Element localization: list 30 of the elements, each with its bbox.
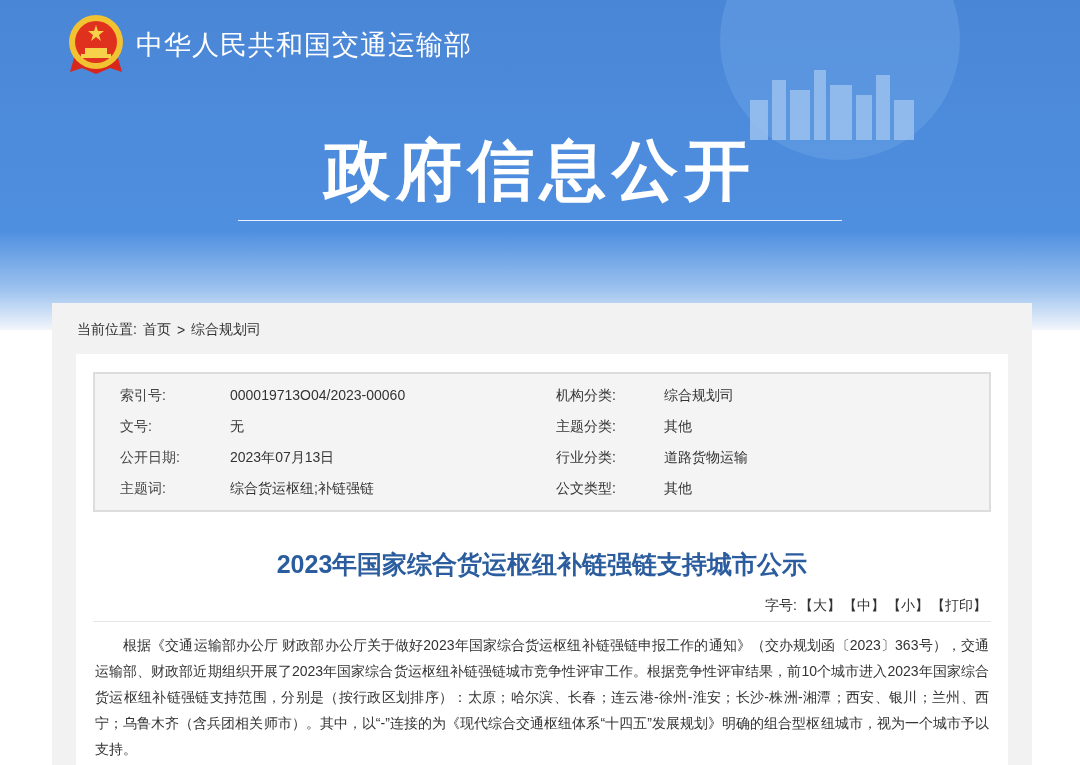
article-title: 2023年国家综合货运枢纽补链强链支持城市公示 [275,549,809,580]
font-size-link[interactable]: 【大】 [799,597,841,615]
info-label: 索引号: [119,386,167,405]
info-label: 主题分类: [556,417,617,436]
article-paragraph: 根据《交通运输部办公厅 财政部办公厅关于做好2023年国家综合货运枢纽补链强链申报工作的通知》（交办规划函〔2023〕363号），交通运输部、财政部近期组织开展了2023年国家综合货运枢纽补链强链城市竞争性评审工作。根据竞争性评审结果，前10个城市进入2023年国家综合货运枢纽补链强链支持范围，分别是（按行政区划排序）：太原；哈尔滨、长春；连云港-徐州-淮安；长沙-株洲-湘潭；西安、银川；兰州、西宁；乌鲁木齐（含兵团相关师市）。其中，以“-”连接的为《现代综合交通枢纽体系“十四五”发展规划》明确的组合型枢纽城市，视为一个城市予以支持。 [94,636,990,759]
info-value: 道路货物运输 [664,448,749,467]
info-value: 综合规划司 [664,386,735,405]
info-value: 2023年07月13日 [230,448,336,467]
breadcrumb-link[interactable]: 首页 [142,321,171,339]
info-label: 公文类型: [556,479,617,498]
site-name[interactable]: 中华人民共和国交通运输部 [136,27,472,63]
info-label: 主题词: [119,479,167,498]
info-label: 机构分类: [556,386,617,405]
info-value: 无 [230,417,245,436]
info-label: 文号: [119,417,153,436]
font-size-link[interactable]: 【打印】 [931,597,987,615]
info-value: 其他 [664,479,693,498]
font-size-link[interactable]: 【中】 [843,597,885,615]
breadcrumb-label: 当前位置: [77,321,137,339]
breadcrumb-link[interactable]: 综合规划司 [191,321,262,339]
info-value: 000019713O04/2023-00060 [230,386,407,405]
info-value: 其他 [664,417,693,436]
font-size-label: 字号: [765,597,797,615]
emblem-icon [66,14,126,76]
info-label: 行业分类: [556,448,617,467]
font-size-link[interactable]: 【小】 [887,597,929,615]
banner-title: 政府信息公开 [324,132,756,209]
info-value: 综合货运枢纽;补链强链 [230,479,375,498]
info-label: 公开日期: [119,448,181,467]
breadcrumb-separator: > [176,322,186,338]
